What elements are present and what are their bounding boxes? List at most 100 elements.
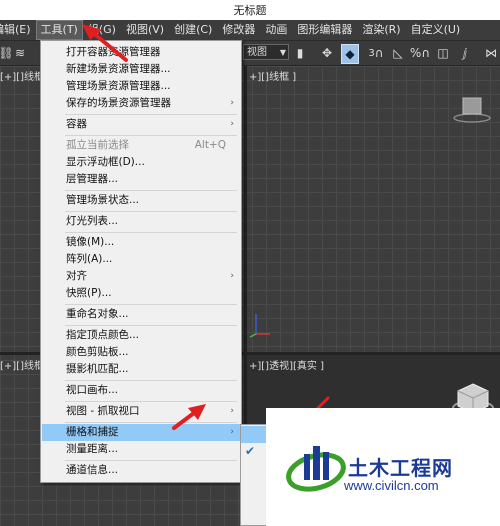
- move-icon[interactable]: ✥: [318, 44, 336, 62]
- menu-item-label: 栅格和捕捉: [66, 426, 119, 438]
- red-arrow-icon: [172, 404, 206, 430]
- menu-item-isolate-selection[interactable]: 孤立当前选择 Alt+Q: [42, 137, 240, 154]
- menu-item-camera-match[interactable]: 摄影机匹配...: [42, 361, 240, 378]
- chevron-right-icon: ›: [230, 98, 234, 108]
- menu-animation[interactable]: 动画: [260, 20, 292, 40]
- menu-item-light-lister[interactable]: 灯光列表...: [42, 213, 240, 230]
- menu-item-label: 指定顶点颜色...: [66, 329, 140, 341]
- menu-item-snapshot[interactable]: 快照(P)...: [42, 285, 240, 302]
- edit-named-selection-icon[interactable]: ⅉ: [458, 44, 472, 62]
- menu-edit[interactable]: 编辑(E): [0, 20, 36, 40]
- menu-separator: [65, 401, 237, 402]
- mirror-icon[interactable]: ⋈: [482, 44, 500, 62]
- menu-separator: [65, 114, 237, 115]
- menu-graph-editors[interactable]: 图形编辑器: [292, 20, 357, 40]
- menu-item-shortcut: Alt+Q: [194, 139, 226, 151]
- menu-item-label: 对齐: [66, 270, 87, 282]
- pivot-icon[interactable]: ▮: [292, 44, 308, 62]
- menu-create[interactable]: 创建(C): [169, 20, 217, 40]
- spinner-snap-icon[interactable]: ◫: [436, 44, 450, 62]
- window-title: 无标题: [233, 4, 267, 17]
- menu-item-label: 通道信息...: [66, 464, 119, 476]
- menu-item-manage-scene-states[interactable]: 管理场景状态...: [42, 192, 240, 209]
- viewcube-icon[interactable]: [452, 92, 492, 126]
- menu-item-label: 灯光列表...: [66, 215, 119, 227]
- snap-3d-label: 3: [368, 47, 375, 59]
- tools-dropdown-menu: 打开容器资源管理器 新建场景资源管理器... 管理场景资源管理器... 保存的场…: [40, 40, 242, 483]
- menu-item-containers[interactable]: 容器 ›: [42, 116, 240, 133]
- menu-item-label: 视口画布...: [66, 384, 119, 396]
- reference-coordinate-value: 视图: [247, 47, 267, 58]
- chevron-right-icon: ›: [230, 427, 234, 437]
- menu-item-label: 层管理器...: [66, 173, 119, 185]
- red-arrow-icon: [82, 24, 128, 62]
- menu-item-label: 阵列(A)...: [66, 253, 113, 265]
- menu-item-assign-vertex-colors[interactable]: 指定顶点颜色...: [42, 327, 240, 344]
- menu-item-rename-objects[interactable]: 重命名对象...: [42, 306, 240, 323]
- chevron-right-icon: ›: [230, 271, 234, 281]
- menu-item-grab-viewport[interactable]: 视图 - 抓取视口 ›: [42, 403, 240, 420]
- menu-item-layer-manager[interactable]: 层管理器...: [42, 171, 240, 188]
- menu-item-label: 管理场景状态...: [66, 194, 140, 206]
- menu-item-viewport-canvas[interactable]: 视口画布...: [42, 382, 240, 399]
- menu-separator: [65, 325, 237, 326]
- civilcn-logo-icon: [286, 446, 346, 492]
- menu-item-label: 孤立当前选择: [66, 139, 129, 151]
- menu-item-align[interactable]: 对齐 ›: [42, 268, 240, 285]
- menu-item-display-floater[interactable]: 显示浮动框(D)...: [42, 154, 240, 171]
- menu-item-label: 新建场景资源管理器...: [66, 63, 171, 75]
- chevron-right-icon: ›: [230, 119, 234, 129]
- percent-snap-icon[interactable]: % ∩: [410, 44, 430, 62]
- menu-tools[interactable]: 工具(T): [35, 20, 83, 40]
- menu-separator: [65, 380, 237, 381]
- link-icon[interactable]: ⛓: [0, 44, 14, 62]
- menu-separator: [65, 304, 237, 305]
- reference-coordinate-select[interactable]: 视图 ▼: [243, 44, 289, 60]
- axis-gizmo-icon: [249, 314, 270, 338]
- angle-snap-icon[interactable]: ◺: [390, 44, 406, 62]
- menu-item-open-container-explorer[interactable]: 打开容器资源管理器: [42, 44, 240, 61]
- chevron-down-icon: ▼: [279, 48, 286, 57]
- snap-toggle-icon[interactable]: 3 ∩: [366, 44, 386, 62]
- menu-item-new-scene-explorer[interactable]: 新建场景资源管理器...: [42, 61, 240, 78]
- percent-snap-label: %: [409, 46, 422, 60]
- menu-item-label: 颜色剪贴板...: [66, 346, 129, 358]
- menu-item-saved-scene-explorers[interactable]: 保存的场景资源管理器 ›: [42, 95, 240, 112]
- menu-item-measure-distance[interactable]: 测量距离...: [42, 441, 240, 458]
- menu-bar: 编辑(E) 工具(T) 组(G) 视图(V) 创建(C) 修改器 动画 图形编辑…: [0, 20, 500, 41]
- menu-item-label: 保存的场景资源管理器: [66, 97, 171, 109]
- title-bar: 无标题: [0, 0, 500, 20]
- unlink-icon[interactable]: ≋: [12, 44, 28, 62]
- menu-item-mirror[interactable]: 镜像(M)...: [42, 234, 240, 251]
- chevron-right-icon: ›: [230, 406, 234, 416]
- menu-item-color-clipboard[interactable]: 颜色剪贴板...: [42, 344, 240, 361]
- menu-separator: [65, 422, 237, 423]
- menu-item-label: 视图 - 抓取视口: [66, 405, 140, 417]
- menu-item-label: 摄影机匹配...: [66, 363, 129, 375]
- menu-item-label: 显示浮动框(D)...: [66, 156, 145, 168]
- menu-item-label: 重命名对象...: [66, 308, 129, 320]
- menu-modifiers[interactable]: 修改器: [217, 20, 260, 40]
- menu-rendering[interactable]: 渲染(R): [357, 20, 405, 40]
- select-manipulate-icon[interactable]: ◆: [341, 44, 359, 64]
- watermark-brand: 土木工程网: [348, 456, 453, 480]
- menu-item-manage-scene-explorer[interactable]: 管理场景资源管理器...: [42, 78, 240, 95]
- menu-separator: [65, 460, 237, 461]
- watermark-url: www.civilcn.com: [344, 478, 439, 493]
- checkmark-icon: ✔: [245, 444, 256, 458]
- menu-separator: [65, 211, 237, 212]
- menu-customize[interactable]: 自定义(U): [406, 20, 466, 40]
- menu-item-grids-and-snaps[interactable]: 栅格和捕捉 ›: [42, 424, 240, 441]
- menu-separator: [65, 232, 237, 233]
- menu-separator: [65, 190, 237, 191]
- viewport-label-top-right[interactable]: +][]线框 ]: [249, 68, 296, 83]
- menu-item-label: 容器: [66, 118, 87, 130]
- menu-item-channel-info[interactable]: 通道信息...: [42, 462, 240, 479]
- menu-item-label: 测量距离...: [66, 443, 119, 455]
- menu-item-label: 快照(P)...: [66, 287, 112, 299]
- menu-separator: [65, 135, 237, 136]
- viewport-label-bottom-right[interactable]: +][]透视][真实 ]: [249, 357, 324, 372]
- menu-item-array[interactable]: 阵列(A)...: [42, 251, 240, 268]
- menu-item-label: 管理场景资源管理器...: [66, 80, 171, 92]
- menu-item-label: 镜像(M)...: [66, 236, 115, 248]
